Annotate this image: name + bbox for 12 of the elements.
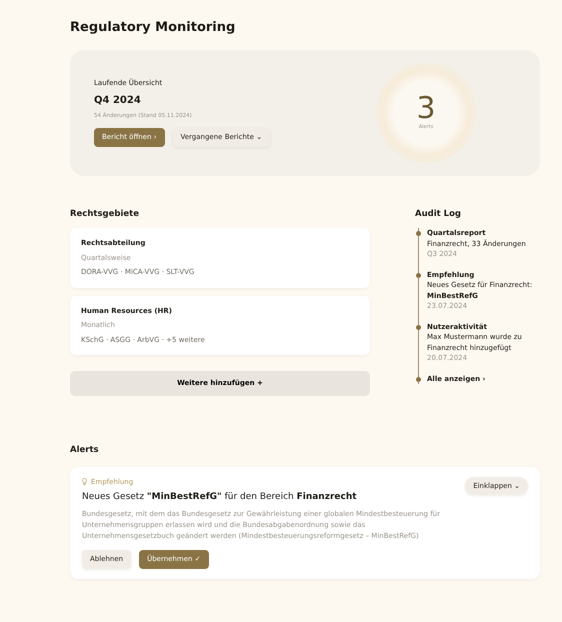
lightbulb-icon [82,478,87,486]
timeline-dot [416,324,421,330]
timeline-dot [416,231,421,236]
section-heading: Audit Log [415,208,462,220]
section-heading: Alerts [70,444,100,456]
timeline-dot [416,272,421,278]
alert-title: Neues Gesetz "MinBestRefG" für den Bereich Finanzrecht [82,491,357,504]
period-title: Q4 2024 [94,94,142,108]
alert-count: 3 [416,94,436,124]
section-heading: Rechtsgebiete [70,208,140,220]
page-title: Regulatory Monitoring [70,19,236,37]
timeline-dot [416,376,421,382]
